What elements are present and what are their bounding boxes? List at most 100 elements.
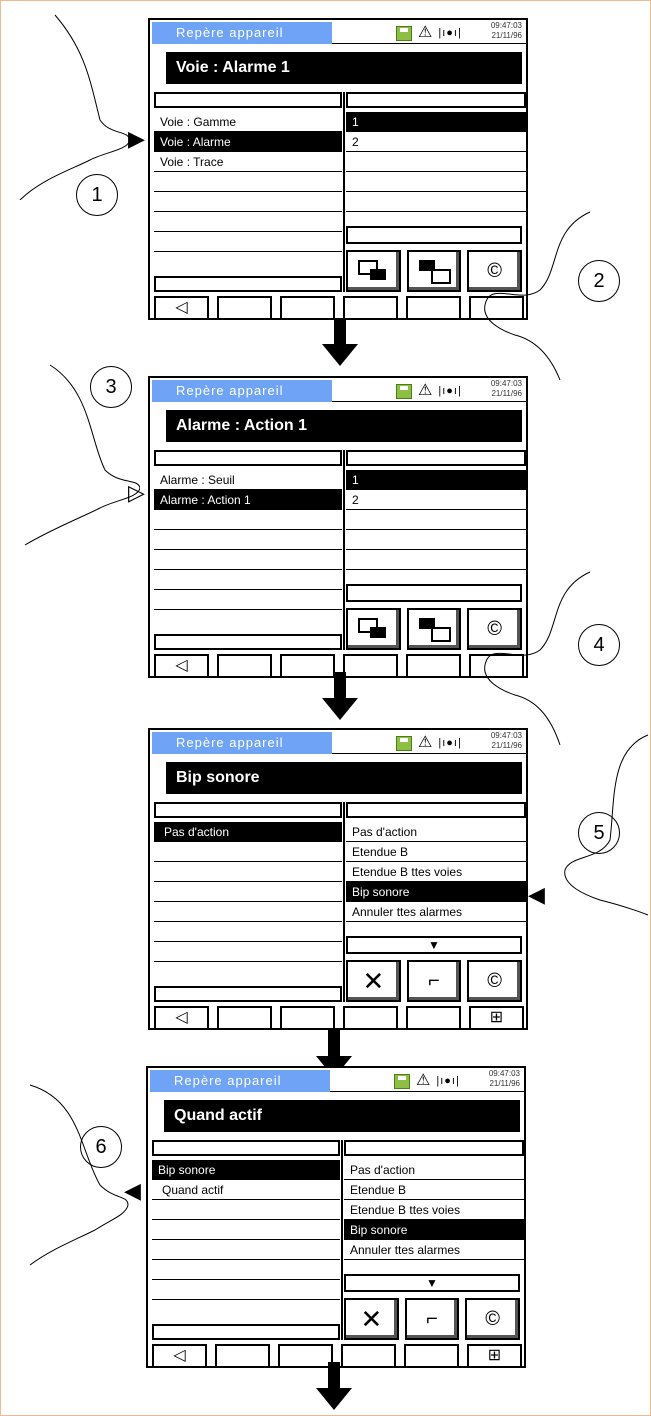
copy-button[interactable]: © [465,1298,521,1340]
list-item[interactable] [154,192,342,212]
status-icons: ⚠ |ı●ı| [394,1070,484,1092]
cancel-button[interactable]: ✕ [346,960,401,1002]
status-icons: ⚠ |ı●ı| [396,22,486,44]
list-item[interactable] [154,842,342,862]
option[interactable]: Etendue B ttes voies [346,862,526,882]
softkey[interactable] [217,654,272,678]
left-footer-field [154,634,342,650]
disk-icon [394,1073,410,1089]
list-item[interactable] [154,212,342,232]
option[interactable]: Pas d'action [344,1160,524,1180]
softkey[interactable] [406,654,461,678]
list-item[interactable]: Quand actif [152,1180,340,1200]
option[interactable]: Annuler ttes alarmes [346,902,526,922]
softkey[interactable] [217,296,272,320]
list-item-selected[interactable]: Pas d'action [154,822,342,842]
list-item[interactable] [154,232,342,252]
option[interactable]: Etendue B ttes voies [344,1200,524,1220]
option-selected[interactable]: 1 [346,470,526,490]
list-item[interactable] [152,1260,340,1280]
panel-3: Repère appareil ⚠ |ı●ı| 09:47:03 21/11/96… [148,728,528,1063]
option[interactable]: Annuler ttes alarmes [344,1240,524,1260]
option[interactable]: 2 [346,132,526,152]
option[interactable] [346,550,526,570]
option[interactable] [346,530,526,550]
option[interactable] [346,152,526,172]
softkey-back[interactable]: ◁ [154,654,209,678]
right-list: Pas d'action Etendue B Etendue B ttes vo… [346,802,526,1002]
list-item[interactable] [154,902,342,922]
list-item[interactable] [154,570,342,590]
enter-button[interactable]: ⌐ [406,960,462,1002]
enter-button[interactable]: ⌐ [404,1298,460,1340]
option-selected[interactable]: Bip sonore [344,1220,524,1240]
softkey[interactable] [343,1006,398,1030]
list-item[interactable] [154,942,342,962]
right-list-header [346,450,526,466]
softkey[interactable] [343,296,398,320]
list-item[interactable] [154,530,342,550]
scroll-down-button[interactable]: ▼ [344,1274,520,1292]
list-item[interactable] [154,550,342,570]
copy-button[interactable]: © [467,960,523,1002]
list-item[interactable] [154,172,342,192]
option-selected[interactable]: Bip sonore [346,882,526,902]
softkey-grid[interactable]: ⊞ [469,1006,524,1030]
list-item[interactable] [154,882,342,902]
list-item[interactable] [154,862,342,882]
signal-icon: |ı●ı| [438,385,462,397]
softkey[interactable] [406,1006,461,1030]
list-item-selected[interactable]: Alarme : Action 1 [154,490,342,510]
scroll-down-button[interactable]: ▼ [346,936,522,954]
softkey[interactable] [215,1344,270,1368]
list-item-selected[interactable]: Voie : Alarme [154,132,342,152]
warning-icon: ⚠ [416,1072,431,1089]
list-item[interactable] [152,1200,340,1220]
option[interactable]: 2 [346,490,526,510]
hand-sketch-icon [484,211,591,380]
list-item[interactable] [152,1220,340,1240]
left-list-header [154,450,342,466]
softkey-back[interactable]: ◁ [154,1006,209,1030]
option-selected[interactable]: 1 [346,112,526,132]
softkey-back[interactable]: ◁ [152,1344,207,1368]
list-item[interactable] [152,1240,340,1260]
softkey[interactable] [280,1006,335,1030]
list-item[interactable]: Voie : Gamme [154,112,342,132]
device-screen: Repère appareil ⚠ |ı●ı| 09:47:03 21/11/96… [148,18,528,320]
option[interactable] [346,192,526,212]
list-item[interactable]: Alarme : Seuil [154,470,342,490]
screen-title: Bip sonore [166,762,522,794]
list-item[interactable] [152,1280,340,1300]
stack-in-button[interactable] [406,250,462,292]
option[interactable] [346,172,526,192]
option[interactable]: Etendue B [344,1180,524,1200]
list-item[interactable]: Voie : Trace [154,152,342,172]
stack-in-button[interactable] [406,608,462,650]
stack-out-button[interactable] [346,250,401,292]
header-tab: Repère appareil [152,22,332,44]
softkey[interactable] [404,1344,459,1368]
right-list-header [346,802,526,818]
left-list: Voie : Gamme Voie : Alarme Voie : Trace [154,92,342,292]
stack-out-button[interactable] [346,608,401,650]
flow-arrow-down-icon [322,672,358,720]
list-item[interactable] [154,510,342,530]
softkey-back[interactable]: ◁ [154,296,209,320]
signal-icon: |ı●ı| [438,737,462,749]
softkey[interactable] [280,296,335,320]
option[interactable] [346,510,526,530]
flow-arrow-down-icon [322,318,358,366]
softkey[interactable] [406,296,461,320]
option[interactable]: Etendue B [346,842,526,862]
softkey-grid[interactable]: ⊞ [467,1344,522,1368]
list-item[interactable] [154,590,342,610]
date-text: 21/11/96 [491,31,522,40]
list-item-selected[interactable]: Bip sonore [152,1160,340,1180]
option[interactable]: Pas d'action [346,822,526,842]
list-item[interactable] [154,922,342,942]
screen-title: Alarme : Action 1 [166,410,522,442]
softkey[interactable] [217,1006,272,1030]
cancel-button[interactable]: ✕ [344,1298,399,1340]
triangle-down-icon: ▼ [428,938,440,952]
